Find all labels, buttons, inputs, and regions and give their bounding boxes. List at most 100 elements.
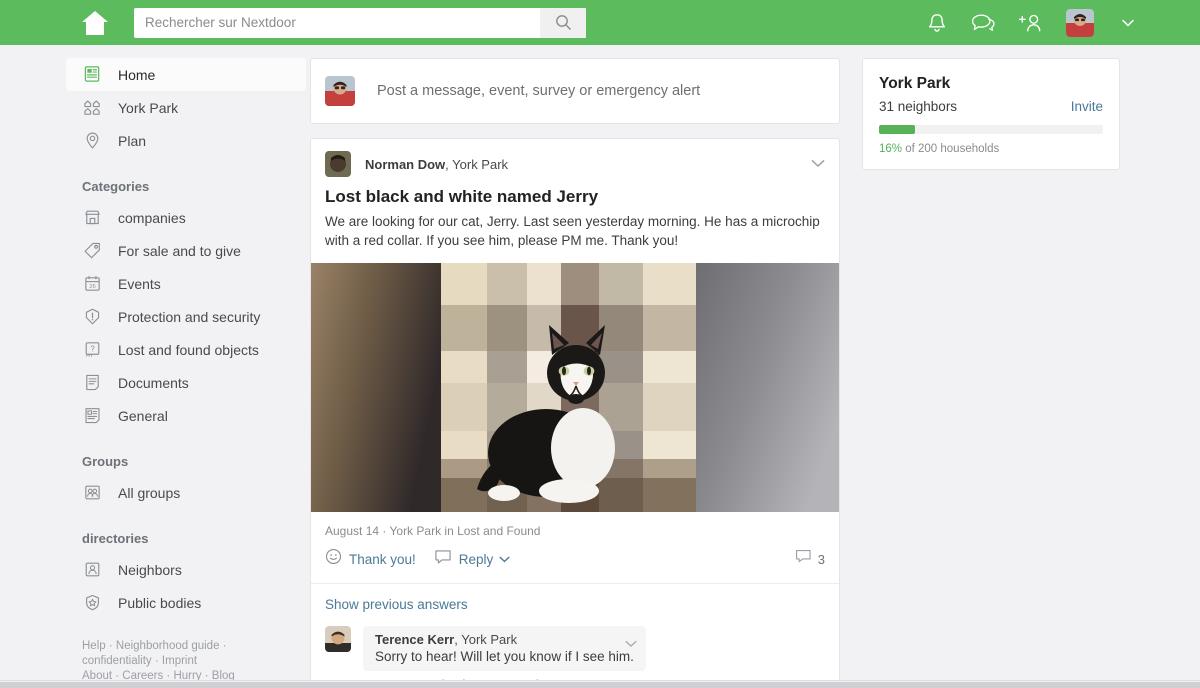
sidebar-item-label: All groups — [118, 485, 180, 501]
horizontal-scrollbar[interactable] — [0, 680, 1200, 688]
sidebar-item-protection-security[interactable]: Protection and security — [66, 300, 306, 333]
comment-author: Terence Kerr, York Park — [375, 632, 634, 647]
search-button[interactable] — [540, 8, 586, 38]
sidebar-item-home[interactable]: Home — [66, 58, 306, 91]
show-previous-answers-link[interactable]: Show previous answers — [325, 597, 825, 612]
post-meta: August 14 · York Park in Lost and Found — [311, 512, 839, 538]
neighborhood-row: 31 neighbors Invite — [879, 99, 1103, 114]
price-tag-icon — [82, 241, 102, 261]
sidebar-item-label: Lost and found objects — [118, 342, 259, 358]
sidebar-item-label: Events — [118, 276, 161, 292]
sidebar-item-label: Plan — [118, 133, 146, 149]
footer-link-confidentiality[interactable]: confidentiality — [82, 655, 152, 667]
scrollbar-thumb[interactable] — [0, 682, 1200, 688]
households-percent: 16% — [879, 143, 902, 155]
post-author[interactable]: Norman Dow, York Park — [365, 157, 508, 172]
reply-chevron-down-icon — [499, 550, 510, 568]
svg-text:?: ? — [90, 345, 95, 354]
houses-icon — [82, 98, 102, 118]
chevron-down-icon[interactable] — [1122, 14, 1134, 32]
thank-you-button[interactable]: Thank you! — [325, 548, 416, 570]
home-logo-icon[interactable] — [80, 9, 110, 37]
thank-you-label: Thank you! — [349, 552, 416, 567]
comment-count-value: 3 — [818, 552, 825, 567]
notifications-bell-icon[interactable] — [926, 12, 948, 34]
list-item: Terence Kerr, York Park Sorry to hear! W… — [325, 626, 825, 671]
households-note: 16% of 200 households — [879, 143, 1103, 155]
messages-chat-icon[interactable] — [970, 12, 996, 34]
sidebar-item-public-bodies[interactable]: Public bodies — [66, 586, 306, 619]
sidebar-section-directories: directories — [66, 531, 306, 546]
map-pin-icon — [82, 131, 102, 151]
sidebar-item-plan[interactable]: Plan — [66, 124, 306, 157]
sidebar-item-companies[interactable]: companies — [66, 201, 306, 234]
app-header — [0, 0, 1200, 45]
reply-button[interactable]: Reply — [434, 549, 511, 570]
post-author-location: , York Park — [445, 157, 508, 172]
comments-section: Show previous answers Terence Kerr, York… — [311, 584, 839, 688]
comment-bubble-icon — [795, 549, 812, 569]
footer-link-help[interactable]: Help — [82, 640, 106, 652]
search-input[interactable] — [134, 8, 540, 38]
footer-sep: · — [106, 640, 116, 652]
post-card: Norman Dow, York Park Lost black and whi… — [310, 138, 840, 688]
post-composer[interactable]: Post a message, event, survey or emergen… — [310, 58, 840, 124]
right-rail: York Park 31 neighbors Invite 16% of 200… — [862, 58, 1120, 170]
document-icon — [82, 373, 102, 393]
avatar[interactable] — [325, 151, 351, 177]
badge-star-icon — [82, 593, 102, 613]
sidebar-item-label: Public bodies — [118, 595, 201, 611]
footer-sep: · — [219, 640, 226, 652]
sidebar-item-events[interactable]: 26 Events — [66, 267, 306, 300]
sidebar-item-label: York Park — [118, 100, 178, 116]
general-card-icon — [82, 406, 102, 426]
comment-menu-chevron-down-icon[interactable] — [625, 635, 637, 653]
footer-link-imprint[interactable]: Imprint — [162, 655, 197, 667]
sidebar-item-all-groups[interactable]: All groups — [66, 476, 306, 509]
sidebar-item-york-park[interactable]: York Park — [66, 91, 306, 124]
households-total: of 200 households — [902, 143, 999, 155]
comment-bubble: Terence Kerr, York Park Sorry to hear! W… — [363, 626, 646, 671]
composer-placeholder: Post a message, event, survey or emergen… — [377, 83, 700, 99]
sidebar-item-general[interactable]: General — [66, 399, 306, 432]
speech-bubble-icon — [434, 549, 452, 570]
avatar[interactable] — [325, 626, 351, 652]
group-people-icon — [82, 483, 102, 503]
sidebar-item-label: General — [118, 408, 168, 424]
feed-column: Post a message, event, survey or emergen… — [310, 58, 840, 688]
sidebar-item-for-sale[interactable]: For sale and to give — [66, 234, 306, 267]
neighborhood-title: York Park — [879, 75, 1103, 93]
households-progress-bar — [879, 125, 1103, 134]
newsfeed-icon — [82, 65, 102, 85]
sidebar-item-documents[interactable]: Documents — [66, 366, 306, 399]
sidebar-item-label: Protection and security — [118, 309, 260, 325]
search-bar[interactable] — [134, 8, 586, 38]
question-box-icon: ? — [82, 340, 102, 360]
post-title: Lost black and white named Jerry — [311, 177, 839, 207]
neighborhood-card: York Park 31 neighbors Invite 16% of 200… — [862, 58, 1120, 170]
alert-shield-icon — [82, 307, 102, 327]
post-actions: Thank you! Reply — [311, 538, 839, 583]
post-photo[interactable] — [311, 263, 839, 512]
sidebar-item-lost-found[interactable]: ? Lost and found objects — [66, 333, 306, 366]
households-progress-fill — [879, 125, 915, 134]
footer-link-neighborhood-guide[interactable]: Neighborhood guide — [116, 640, 220, 652]
comment-author-location: , York Park — [454, 632, 517, 647]
comment-author-name: Terence Kerr — [375, 632, 454, 647]
sidebar-section-groups: Groups — [66, 454, 306, 469]
reply-label: Reply — [459, 552, 494, 567]
post-menu-chevron-down-icon[interactable] — [811, 155, 825, 173]
post-author-name: Norman Dow — [365, 157, 445, 172]
comment-count[interactable]: 3 — [795, 549, 825, 569]
comment-text: Sorry to hear! Will let you know if I se… — [375, 649, 634, 664]
avatar[interactable] — [1066, 9, 1094, 37]
app-root: Home York Park Plan Catego — [0, 0, 1200, 688]
avatar — [325, 76, 355, 106]
invite-person-icon[interactable] — [1018, 12, 1044, 34]
sidebar-item-label: companies — [118, 210, 186, 226]
invite-link[interactable]: Invite — [1071, 99, 1103, 114]
sidebar-item-label: Documents — [118, 375, 189, 391]
sidebar-footer-links: Help · Neighborhood guide · confidential… — [66, 639, 256, 684]
sidebar-item-neighbors[interactable]: Neighbors — [66, 553, 306, 586]
sidebar-item-label: Neighbors — [118, 562, 182, 578]
